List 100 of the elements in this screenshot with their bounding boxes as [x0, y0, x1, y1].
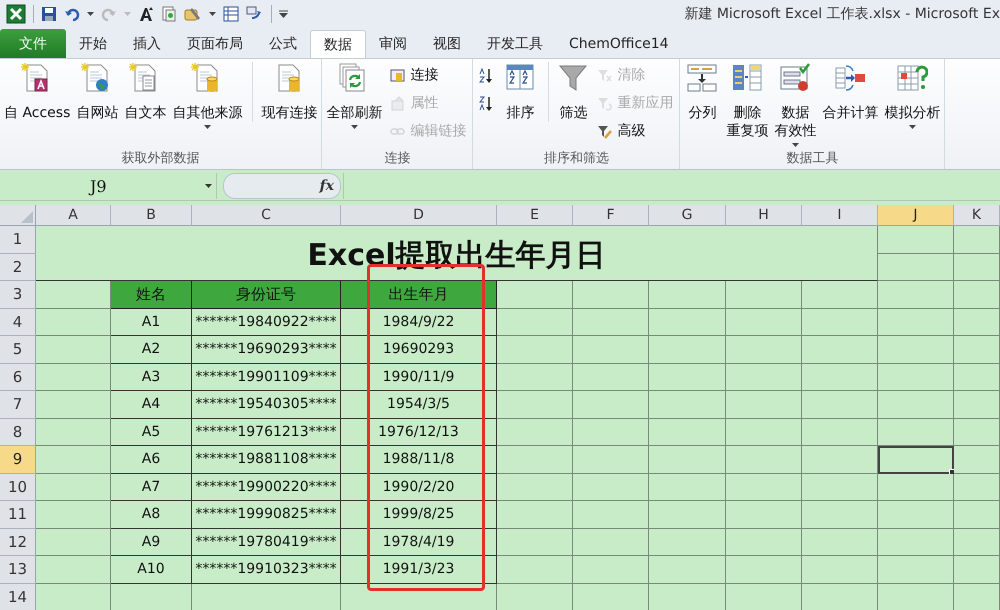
ribbon-tab[interactable]: 页面布局: [174, 30, 256, 58]
insert-function-button[interactable]: fx: [320, 178, 334, 194]
table-cell: ******19901109****: [192, 364, 341, 391]
caret-icon: [792, 143, 799, 147]
ribbon-button[interactable]: 分列: [682, 62, 722, 122]
table-cell: A4: [111, 391, 192, 418]
table-cell: A3: [111, 364, 192, 391]
redo-icon: [101, 6, 117, 22]
ribbon-button[interactable]: 自 Access: [2, 62, 72, 122]
table-cell: 1990/11/9: [341, 364, 497, 391]
caret-icon: [204, 125, 211, 129]
row-header[interactable]: 13: [0, 556, 36, 584]
excel-logo-icon[interactable]: [6, 4, 26, 24]
row-header[interactable]: 8: [0, 418, 36, 446]
table-cell: 1978/4/19: [341, 528, 497, 556]
undo-icon[interactable]: [64, 6, 80, 22]
ribbon-tab[interactable]: ChemOffice14: [556, 30, 682, 58]
ribbon-button[interactable]: 连接: [390, 64, 466, 86]
function-field[interactable]: fx: [223, 173, 341, 199]
row-header[interactable]: 2: [0, 254, 36, 281]
caret-icon[interactable]: [87, 12, 94, 16]
ribbon-tab[interactable]: 插入: [120, 30, 174, 58]
sort-ascending-icon: [479, 68, 494, 82]
caret-icon[interactable]: [209, 12, 216, 16]
properties-icon: [390, 96, 406, 110]
connections-icon: [390, 68, 406, 82]
row-header[interactable]: 4: [0, 308, 36, 336]
column-header[interactable]: F: [573, 205, 649, 226]
caret-icon: [205, 184, 212, 188]
table-cell: A8: [111, 501, 192, 528]
column-header[interactable]: H: [726, 205, 802, 226]
row-header[interactable]: 10: [0, 474, 36, 501]
table-cell: 19690293: [341, 336, 497, 364]
ribbon-tab[interactable]: 公式: [256, 30, 310, 58]
table-cell: ******19540305****: [192, 391, 341, 418]
ribbon-button[interactable]: 删除 重复项: [724, 62, 770, 140]
row-header[interactable]: 1: [0, 226, 36, 254]
ribbon-button[interactable]: 现有连接: [252, 62, 320, 122]
selected-cell[interactable]: [878, 446, 954, 474]
grid-icon[interactable]: [223, 6, 239, 22]
column-header[interactable]: A: [36, 205, 111, 226]
table-cell: A2: [111, 336, 192, 364]
row-header[interactable]: 11: [0, 501, 36, 528]
table-cell: 1988/11/8: [341, 446, 497, 474]
row-header[interactable]: 12: [0, 528, 36, 556]
caret-icon: [908, 125, 916, 129]
table-cell: ******19990825****: [192, 501, 341, 528]
table-cell: A7: [111, 474, 192, 501]
data-validation-icon: [779, 62, 812, 94]
document-icon[interactable]: [161, 6, 177, 22]
column-header[interactable]: D: [341, 205, 497, 226]
caret-icon: [124, 12, 131, 16]
ribbon-button[interactable]: 自其他来源: [170, 62, 244, 129]
toolbox-icon[interactable]: [184, 6, 202, 22]
ribbon-button[interactable]: 自网站: [74, 62, 120, 122]
ribbon-button[interactable]: 全部刷新: [324, 62, 384, 129]
table-cell: 1999/8/25: [341, 501, 497, 528]
ribbon-button[interactable]: 自文本: [122, 62, 168, 122]
column-header[interactable]: J: [878, 205, 954, 226]
column-header[interactable]: E: [497, 205, 573, 226]
ribbon-tab[interactable]: 开始: [66, 30, 120, 58]
switch-window-icon[interactable]: [246, 6, 264, 22]
table-cell: ******19881108****: [192, 446, 341, 474]
column-heading: 身份证号: [192, 281, 341, 308]
ribbon-tab[interactable]: 开发工具: [474, 30, 556, 58]
column-header[interactable]: C: [192, 205, 341, 226]
ribbon-tab[interactable]: 视图: [420, 30, 474, 58]
select-all-icon[interactable]: [21, 211, 33, 223]
row-header[interactable]: 5: [0, 336, 36, 364]
save-icon[interactable]: [41, 6, 57, 22]
ribbon-button[interactable]: 筛选: [548, 62, 592, 122]
table-cell: A1: [111, 308, 192, 336]
column-header[interactable]: I: [802, 205, 878, 226]
table-cell: 1976/12/13: [341, 418, 497, 446]
ribbon-tab[interactable]: 审阅: [366, 30, 420, 58]
row-header[interactable]: 3: [0, 281, 36, 308]
ribbon-button[interactable]: 排序: [500, 62, 540, 122]
group-label: 获取外部数据: [120, 150, 201, 168]
row-header[interactable]: 6: [0, 364, 36, 391]
file-tab[interactable]: 文件: [0, 29, 66, 58]
table-cell: A6: [111, 446, 192, 474]
customize-caret-icon[interactable]: [279, 10, 288, 18]
column-header[interactable]: G: [649, 205, 726, 226]
ribbon-button[interactable]: 数据 有效性: [772, 62, 818, 147]
ribbon-button[interactable]: 合并计算: [820, 62, 880, 122]
row-header[interactable]: 7: [0, 391, 36, 418]
table-cell: A9: [111, 528, 192, 556]
ribbon-button[interactable]: 高级: [597, 120, 674, 142]
table-cell: ******19690293****: [192, 336, 341, 364]
font-size-icon[interactable]: [138, 6, 154, 22]
ribbon-button[interactable]: 模拟分析: [882, 62, 942, 129]
ribbon-tab[interactable]: 数据: [310, 30, 366, 58]
clear-filter-icon: [597, 68, 612, 82]
table-cell: ******19780419****: [192, 528, 341, 556]
column-header[interactable]: K: [954, 205, 1000, 226]
table-cell: ******19910323****: [192, 556, 341, 584]
column-header[interactable]: B: [111, 205, 192, 226]
row-header[interactable]: 14: [0, 584, 36, 610]
table-cell: ******19900220****: [192, 474, 341, 501]
row-header[interactable]: 9: [0, 446, 36, 474]
